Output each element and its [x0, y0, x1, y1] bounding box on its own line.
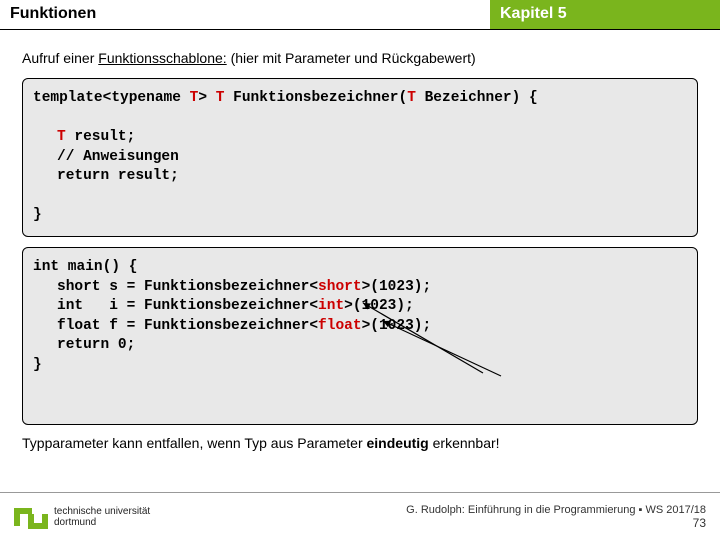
c2-l4b: float [318, 318, 362, 334]
c2-l5: return 0; [33, 336, 687, 356]
uni-line2: dortmund [54, 517, 150, 528]
c2-l3c: >(1023); [344, 298, 414, 314]
slide-footer: technische universität dortmund G. Rudol… [0, 492, 720, 540]
c2-l4c: >(1023); [362, 318, 432, 334]
c2-l1: int main() { [33, 259, 137, 275]
header-right-chapter: Kapitel 5 [490, 0, 720, 29]
note-line: Typparameter kann entfallen, wenn Typ au… [22, 435, 698, 451]
c1-l2b: result; [66, 129, 136, 145]
c1-l5: } [33, 207, 42, 223]
logo-text: technische universität dortmund [54, 506, 150, 528]
c1-l1c: > [198, 90, 215, 106]
code-main-box: int main() { short s = Funktionsbezeichn… [22, 247, 698, 426]
c1-l1g: Bezeichner) { [416, 90, 538, 106]
c1-l3: // Anweisungen [33, 148, 687, 168]
note-a: Typparameter kann entfallen, wenn Typ au… [22, 435, 367, 451]
uni-line1: technische universität [54, 506, 150, 517]
code-template-box: template<typename T > T Funktionsbezeichn… [22, 78, 698, 237]
header-left-title: Funktionen [0, 0, 490, 29]
c1-l1f: T [407, 90, 416, 106]
c1-blank2 [33, 188, 42, 204]
intro-suffix: (hier mit Parameter und Rückgabewert) [227, 50, 476, 66]
c1-l2: T result; [33, 128, 687, 148]
footer-credit: G. Rudolph: Einführung in die Programmie… [406, 504, 706, 516]
c2-l3b: int [318, 298, 344, 314]
logo-mark-icon [14, 505, 48, 529]
page-number: 73 [406, 516, 706, 530]
c2-l2a: short s = Funktionsbezeichner< [57, 279, 318, 295]
intro-line: Aufruf einer Funktionsschablone: (hier m… [22, 50, 698, 66]
c2-l2: short s = Funktionsbezeichner<short>(102… [33, 278, 687, 298]
intro-prefix: Aufruf einer [22, 50, 98, 66]
c2-l2b: short [318, 279, 362, 295]
note-c: erkennbar! [429, 435, 500, 451]
c2-l2c: >(1023); [362, 279, 432, 295]
c1-l2a: T [57, 129, 66, 145]
c1-l4: return result; [33, 167, 687, 187]
university-logo: technische universität dortmund [14, 505, 150, 529]
slide-content: Aufruf einer Funktionsschablone: (hier m… [0, 30, 720, 451]
note-b: eindeutig [367, 435, 429, 451]
c2-l4a: float f = Funktionsbezeichner< [57, 318, 318, 334]
c2-l3: int i = Funktionsbezeichner<int>(1023); [33, 297, 687, 317]
c2-l3a: int i = Funktionsbezeichner< [57, 298, 318, 314]
c2-l6: } [33, 357, 42, 373]
slide-header: Funktionen Kapitel 5 [0, 0, 720, 30]
footer-right: G. Rudolph: Einführung in die Programmie… [406, 504, 706, 530]
c1-blank1 [33, 110, 42, 126]
c2-l4: float f = Funktionsbezeichner<float>(102… [33, 317, 687, 337]
intro-underline: Funktionsschablone: [98, 50, 226, 66]
c1-l1e: Funktionsbezeichner( [224, 90, 407, 106]
c1-l1a: template<typename [33, 90, 190, 106]
